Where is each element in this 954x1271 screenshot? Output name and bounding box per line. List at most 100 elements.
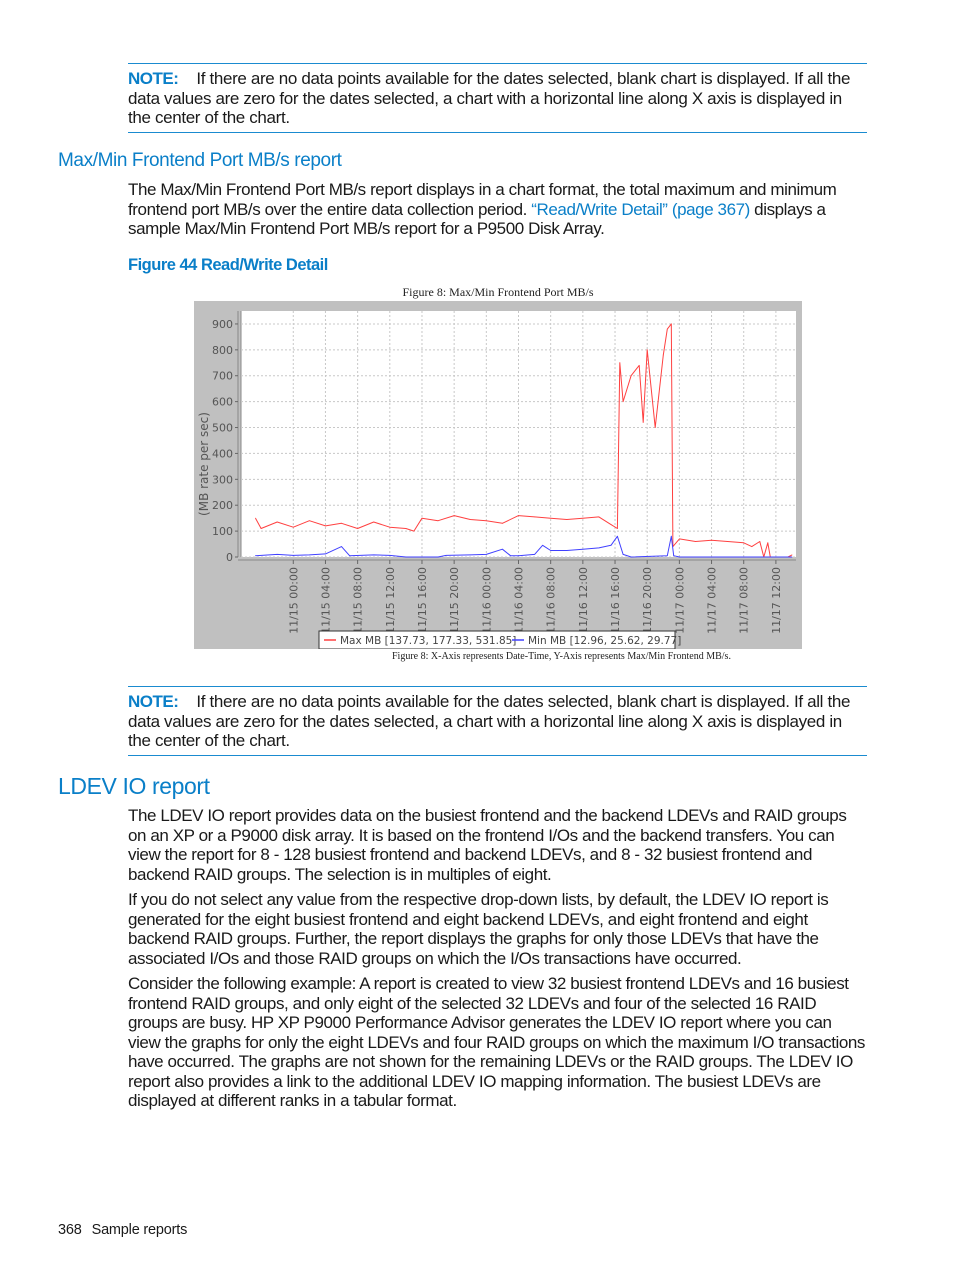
data-point — [566, 550, 568, 551]
data-point — [437, 556, 439, 558]
data-point — [502, 548, 503, 550]
x-tick-label: 11/16 12:00 — [577, 567, 590, 634]
data-point — [373, 554, 375, 556]
x-tick-label: 11/17 08:00 — [738, 567, 751, 634]
data-point — [610, 524, 612, 526]
note-text: If there are no data points available fo… — [128, 692, 851, 751]
x-tick-label: 11/16 20:00 — [641, 567, 654, 634]
chart-footnote: Figure 8: X-Axis represents Date-Time, Y… — [392, 651, 731, 662]
data-point — [654, 427, 656, 428]
data-point — [759, 541, 761, 542]
data-point — [405, 556, 407, 558]
data-point — [292, 555, 294, 556]
y-tick-label: 500 — [212, 422, 233, 435]
ldev-paragraph-1: The LDEV IO report provides data on the … — [128, 806, 847, 884]
footer-section: Sample reports — [91, 1222, 188, 1238]
data-point — [349, 555, 350, 557]
maxmin-description: The Max/Min Frontend Port MB/s report di… — [128, 180, 867, 239]
y-tick-label: 100 — [212, 525, 233, 538]
y-tick-label: 600 — [212, 396, 233, 409]
data-point — [662, 354, 664, 356]
data-point — [619, 362, 621, 364]
data-point — [421, 517, 423, 519]
note-box-2: NOTE: If there are no data points availab… — [128, 686, 867, 756]
data-point — [445, 555, 447, 556]
y-tick-label: 900 — [212, 318, 233, 331]
chart-svg: 0 100 200 300 400 500 600 700 800 900 11/15 00:00 1… — [197, 311, 796, 650]
data-point — [670, 323, 672, 325]
read-write-detail-link[interactable]: “Read/Write Detail” (page 367) — [531, 200, 750, 219]
data-point — [518, 555, 519, 557]
data-point — [598, 516, 600, 518]
data-point — [727, 541, 729, 542]
page-footer: 368 Sample reports — [58, 1222, 187, 1238]
data-point — [325, 553, 326, 555]
data-point — [582, 517, 584, 519]
data-point — [510, 555, 511, 557]
data-point — [341, 546, 342, 548]
x-tick-label: 11/15 16:00 — [416, 567, 429, 634]
y-tick-label: 700 — [212, 370, 233, 383]
data-point — [791, 556, 793, 558]
y-tick-label: 300 — [212, 473, 233, 486]
y-tick-label: 0 — [226, 551, 233, 564]
data-point — [255, 517, 256, 519]
data-point — [666, 555, 668, 557]
data-point — [469, 519, 471, 520]
data-point — [485, 520, 487, 522]
y-axis-label: (MB rate per sec) — [197, 412, 211, 516]
data-point — [743, 542, 745, 544]
data-point — [325, 525, 326, 527]
note-label: NOTE: — [128, 69, 179, 88]
data-point — [711, 539, 712, 541]
chart-title: Figure 8: Max/Min Frontend Port MB/s — [402, 285, 594, 299]
legend-entry: Min MB [12.96, 25.62, 29.77] — [528, 635, 681, 647]
section-heading-ldev: LDEV IO report — [58, 773, 210, 799]
data-point — [646, 349, 648, 351]
note-label: NOTE: — [128, 692, 179, 711]
section-heading-maxmin: Max/Min Frontend Port MB/s report — [58, 150, 342, 171]
data-point — [673, 555, 675, 557]
data-point — [791, 554, 793, 556]
data-point — [550, 550, 552, 551]
data-point — [617, 535, 618, 537]
data-point — [502, 522, 503, 524]
x-tick-label: 11/15 12:00 — [384, 567, 397, 634]
data-point — [642, 421, 644, 423]
data-point — [389, 555, 391, 556]
x-tick-label: 11/16 08:00 — [545, 567, 558, 634]
data-point — [292, 526, 294, 528]
data-point — [638, 364, 640, 366]
data-point — [453, 515, 455, 516]
ldev-paragraph-3: Consider the following example: A report… — [128, 974, 866, 1110]
data-point — [260, 528, 262, 529]
x-tick-label: 11/15 20:00 — [448, 567, 461, 634]
x-tick-label: 11/15 08:00 — [352, 567, 365, 634]
data-point — [413, 530, 415, 532]
data-point — [566, 519, 568, 520]
x-tick-label: 11/17 12:00 — [770, 567, 783, 634]
data-point — [630, 375, 632, 377]
data-point — [582, 548, 584, 550]
data-point — [534, 554, 535, 555]
data-point — [767, 542, 769, 544]
data-point — [550, 517, 552, 519]
x-tick-label: 11/16 16:00 — [609, 567, 622, 634]
x-tick-label: 11/15 04:00 — [319, 567, 332, 634]
data-point — [598, 547, 600, 549]
data-point — [308, 554, 310, 556]
data-point — [678, 538, 680, 540]
data-point — [255, 555, 256, 557]
y-tick-label: 200 — [212, 499, 233, 512]
data-point — [630, 556, 632, 558]
data-point — [485, 554, 487, 555]
data-point — [405, 528, 407, 529]
page-number: 368 — [58, 1222, 82, 1238]
data-point — [308, 520, 310, 522]
data-point — [678, 556, 680, 558]
figure-caption: Figure 44 Read/Write Detail — [128, 256, 328, 274]
data-point — [357, 528, 359, 529]
data-point — [389, 526, 391, 528]
x-tick-label: 11/15 00:00 — [287, 567, 300, 634]
y-tick-label: 800 — [212, 344, 233, 357]
